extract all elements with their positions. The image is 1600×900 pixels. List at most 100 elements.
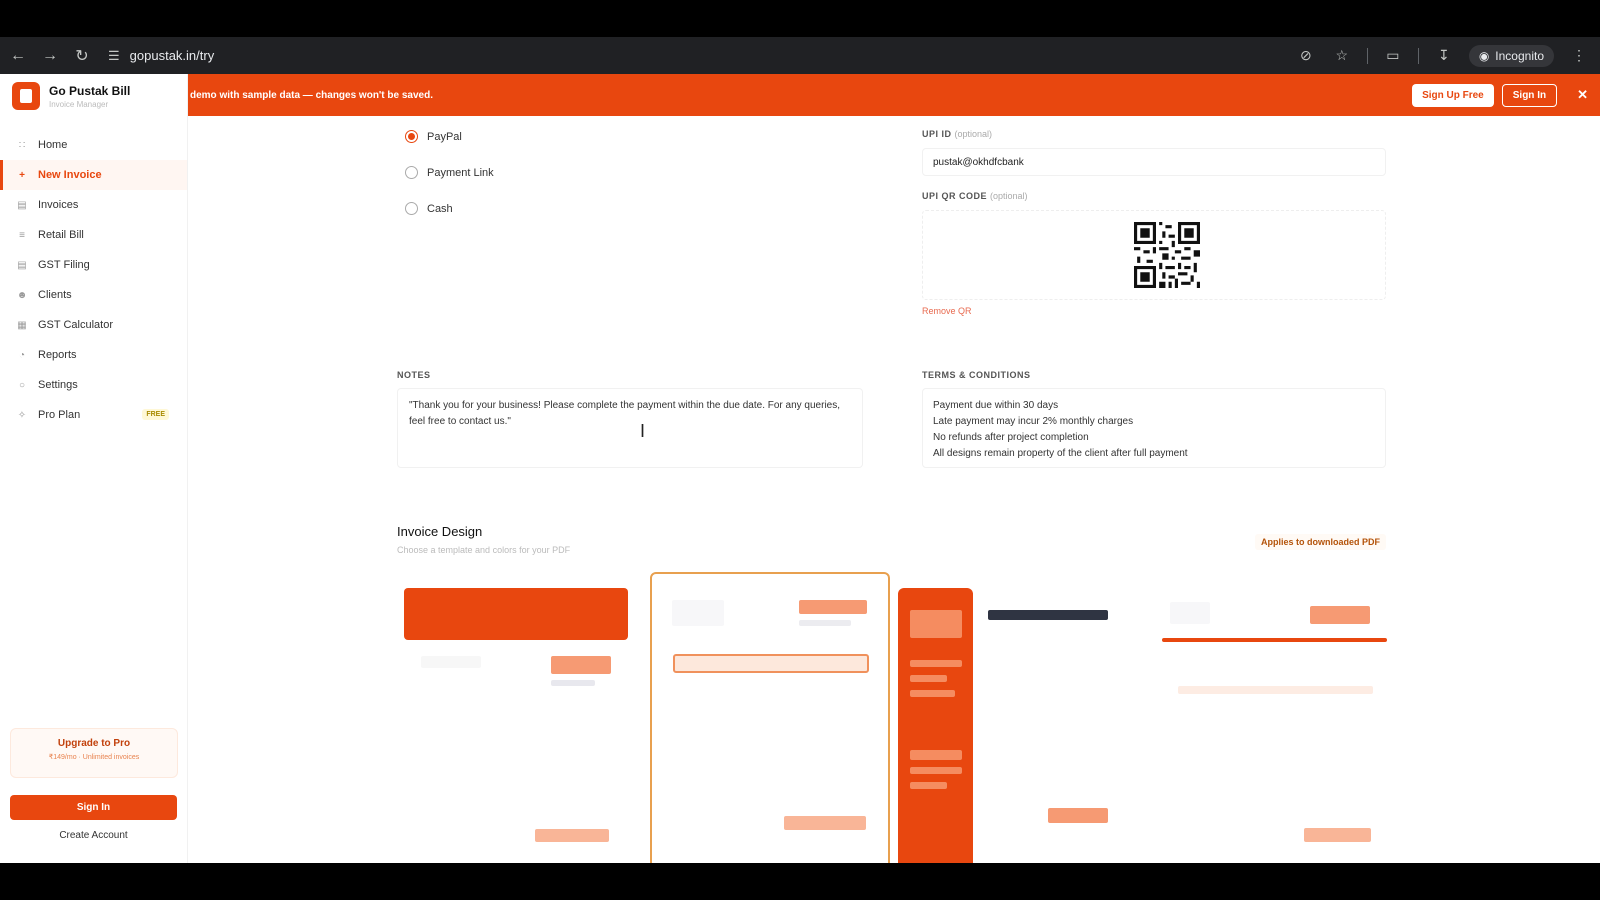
banner-text: demo with sample data — changes won't be… bbox=[190, 89, 433, 101]
upi-qr-label: UPI QR CODE (optional) bbox=[922, 191, 1028, 201]
sidebar-item-retail-bill[interactable]: ≡ Retail Bill bbox=[0, 220, 187, 250]
template-card-3[interactable] bbox=[898, 572, 1138, 863]
banner-actions: Sign Up Free Sign In ✕ bbox=[1412, 83, 1588, 107]
file-icon: ▤ bbox=[17, 259, 27, 271]
upi-id-input[interactable]: pustak@okhdfcbank bbox=[922, 148, 1386, 176]
sidebar-sign-in-button[interactable]: Sign In bbox=[10, 795, 177, 820]
terms-line: Late payment may incur 2% monthly charge… bbox=[933, 416, 1134, 427]
sign-up-free-button[interactable]: Sign Up Free bbox=[1412, 83, 1494, 107]
sidebar-item-label: Reports bbox=[38, 349, 77, 361]
site-settings-icon[interactable]: ☰ bbox=[108, 48, 120, 64]
brand[interactable]: Go Pustak Bill Invoice Manager bbox=[0, 74, 187, 118]
close-icon[interactable]: ✕ bbox=[1577, 87, 1588, 103]
document-icon: ▤ bbox=[17, 199, 27, 211]
sidebar-item-pro-plan[interactable]: ✧ Pro Plan FREE bbox=[0, 400, 187, 430]
template-accent-block bbox=[910, 690, 955, 697]
sidebar-item-label: GST Calculator bbox=[38, 319, 113, 331]
payment-method-paypal[interactable]: PayPal bbox=[405, 130, 462, 143]
notes-textarea[interactable]: "Thank you for your business! Please com… bbox=[397, 388, 863, 468]
download-icon[interactable]: ↧ bbox=[1433, 45, 1455, 67]
sidebar-item-new-invoice[interactable]: + New Invoice bbox=[0, 160, 187, 190]
separator bbox=[1417, 47, 1419, 64]
template-accent-block bbox=[910, 675, 947, 682]
template-placeholder bbox=[551, 680, 595, 686]
template-rule-line bbox=[1162, 638, 1387, 642]
sidebar-item-invoices[interactable]: ▤ Invoices bbox=[0, 190, 187, 220]
sidebar-item-label: New Invoice bbox=[38, 169, 102, 181]
free-badge: FREE bbox=[142, 409, 169, 420]
optional-hint: (optional) bbox=[990, 191, 1028, 201]
template-accent-block bbox=[910, 782, 947, 789]
terms-line: Payment due within 30 days bbox=[933, 400, 1059, 411]
sidebar-item-clients[interactable]: ☻ Clients bbox=[0, 280, 187, 310]
optional-hint: (optional) bbox=[954, 129, 993, 139]
upgrade-subtitle: ₹149/mo · Unlimited invoices bbox=[48, 754, 140, 761]
cast-icon[interactable]: ▭ bbox=[1382, 45, 1404, 67]
banner-sign-in-button[interactable]: Sign In bbox=[1501, 83, 1558, 107]
sidebar-item-gst-calculator[interactable]: ▦ GST Calculator bbox=[0, 310, 187, 340]
gear-icon: ○ bbox=[18, 379, 26, 391]
template-card-4[interactable] bbox=[1150, 572, 1390, 863]
text-cursor-icon: I bbox=[640, 421, 646, 441]
radio-button[interactable] bbox=[405, 130, 418, 143]
radio-label: PayPal bbox=[427, 130, 462, 143]
payment-method-payment-link[interactable]: Payment Link bbox=[405, 166, 494, 179]
incognito-indicator[interactable]: ◉ Incognito bbox=[1468, 44, 1554, 67]
eye-off-icon[interactable]: ⊘ bbox=[1295, 45, 1317, 67]
template-card-1[interactable] bbox=[389, 572, 629, 863]
sidebar-item-gst-filing[interactable]: ▤ GST Filing bbox=[0, 250, 187, 280]
create-account-link[interactable]: Create Account bbox=[10, 830, 177, 841]
template-accent-block bbox=[799, 600, 867, 614]
menu-dots-icon[interactable]: ⋮ bbox=[1568, 45, 1590, 67]
sidebar-item-label: Invoices bbox=[38, 199, 79, 211]
plus-icon: + bbox=[19, 169, 25, 181]
upgrade-card[interactable]: Upgrade to Pro ₹149/mo · Unlimited invoi… bbox=[10, 728, 178, 778]
template-accent-block bbox=[910, 610, 962, 638]
brand-subtitle: Invoice Manager bbox=[49, 99, 109, 109]
terms-textarea[interactable]: Payment due within 30 days Late payment … bbox=[922, 388, 1386, 468]
remove-qr-link[interactable]: Remove QR bbox=[922, 306, 972, 316]
template-placeholder bbox=[1178, 686, 1373, 694]
browser-toolbar: ← → ↻ ☰ gopustak.in/try ⊘ ☆ ▭ ↧ ◉ Incogn… bbox=[0, 37, 1600, 74]
template-placeholder bbox=[421, 656, 481, 668]
sidebar-item-home[interactable]: ∷ Home bbox=[0, 130, 187, 160]
template-accent-block bbox=[910, 660, 962, 667]
radio-label: Payment Link bbox=[427, 166, 494, 179]
forward-icon[interactable]: → bbox=[36, 42, 64, 70]
incognito-icon: ◉ bbox=[1478, 48, 1490, 63]
pie-icon: ◔ bbox=[18, 349, 26, 361]
address-bar[interactable]: ☰ gopustak.in/try bbox=[108, 42, 214, 70]
template-placeholder bbox=[1170, 602, 1210, 624]
template-card-2-selected[interactable] bbox=[650, 572, 890, 863]
main-content: PayPal Payment Link Cash UPI ID (optiona… bbox=[188, 116, 1600, 863]
sidebar-item-label: Clients bbox=[38, 289, 72, 301]
back-icon[interactable]: ← bbox=[4, 42, 32, 70]
template-header-bar bbox=[404, 588, 628, 640]
radio-button[interactable] bbox=[405, 202, 418, 215]
payment-method-cash[interactable]: Cash bbox=[405, 202, 453, 215]
reload-icon[interactable]: ↻ bbox=[68, 42, 96, 70]
terms-line: All designs remain property of the clien… bbox=[933, 448, 1188, 459]
invoice-design-subtitle: Choose a template and colors for your PD… bbox=[397, 545, 571, 555]
url-text: gopustak.in/try bbox=[129, 48, 215, 63]
screen: ← → ↻ ☰ gopustak.in/try ⊘ ☆ ▭ ↧ ◉ Incogn… bbox=[0, 0, 1600, 900]
sidebar-item-label: Home bbox=[38, 139, 68, 151]
template-accent-block bbox=[784, 816, 866, 830]
sidebar-item-settings[interactable]: ○ Settings bbox=[0, 370, 187, 400]
upi-id-label: UPI ID (optional) bbox=[922, 129, 992, 139]
radio-button[interactable] bbox=[405, 166, 418, 179]
sidebar-item-reports[interactable]: ◔ Reports bbox=[0, 340, 187, 370]
cart-icon: ≡ bbox=[19, 229, 25, 241]
invoice-design-title: Invoice Design bbox=[397, 524, 483, 539]
upi-id-value: pustak@okhdfcbank bbox=[933, 156, 1024, 168]
app: Go Pustak Bill Invoice Manager ∷ Home + … bbox=[0, 74, 1600, 863]
upi-id-label-text: UPI ID bbox=[922, 129, 952, 139]
upgrade-title: Upgrade to Pro bbox=[57, 738, 131, 749]
applies-note: Applies to downloaded PDF bbox=[1255, 534, 1386, 550]
demo-banner: demo with sample data — changes won't be… bbox=[188, 74, 1600, 116]
star-icon[interactable]: ☆ bbox=[1331, 45, 1353, 67]
user-icon: ☻ bbox=[16, 289, 28, 301]
radio-label: Cash bbox=[427, 202, 453, 215]
sidebar-item-label: Settings bbox=[38, 379, 78, 391]
sidebar-item-label: Pro Plan bbox=[38, 409, 81, 421]
